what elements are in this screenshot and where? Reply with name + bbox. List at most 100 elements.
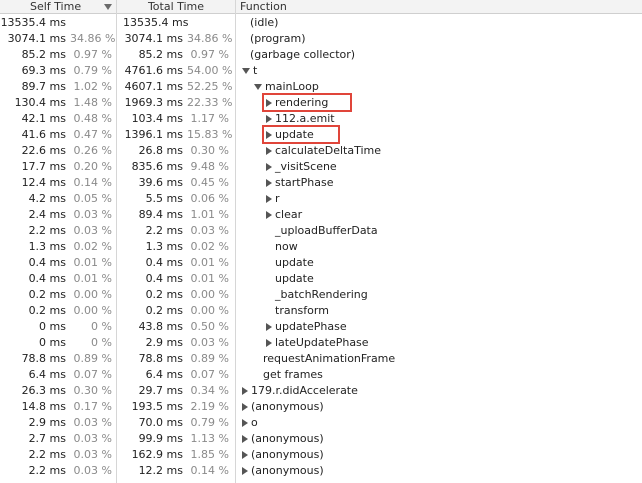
- total-time-header-label: Total Time: [147, 0, 205, 13]
- table-row[interactable]: 0 ms 0 % 2.9 ms 0.03 % lateUpdatePhase: [0, 335, 642, 351]
- table-row[interactable]: 12.4 ms 0.14 % 39.6 ms 0.45 % startPhase: [0, 175, 642, 191]
- function-name: rendering: [275, 96, 329, 109]
- table-row[interactable]: 0 ms 0 % 43.8 ms 0.50 % updatePhase: [0, 319, 642, 335]
- self-time-percent: 0.00 %: [73, 288, 112, 301]
- table-row[interactable]: 0.4 ms 0.01 % 0.4 ms 0.01 % update: [0, 271, 642, 287]
- table-row[interactable]: 0.4 ms 0.01 % 0.4 ms 0.01 % update: [0, 255, 642, 271]
- table-row[interactable]: 2.9 ms 0.03 % 70.0 ms 0.79 % o: [0, 415, 642, 431]
- table-row[interactable]: 130.4 ms 1.48 % 1969.3 ms 22.33 % rendering: [0, 95, 642, 111]
- total-time-percent: 0.97 %: [190, 48, 229, 61]
- total-time-percent: 54.00 %: [187, 64, 233, 77]
- function-cell: o: [242, 415, 258, 431]
- collapsed-triangle-icon[interactable]: [242, 419, 248, 427]
- self-time-ms: 2.2 ms: [28, 464, 66, 477]
- table-row[interactable]: 2.2 ms 0.03 % 12.2 ms 0.14 % (anonymous): [0, 463, 642, 479]
- collapsed-triangle-icon[interactable]: [242, 403, 248, 411]
- function-cell: (anonymous): [242, 431, 324, 447]
- collapsed-triangle-icon[interactable]: [266, 147, 272, 155]
- self-time-percent: 0.02 %: [73, 240, 112, 253]
- self-time-ms: 41.6 ms: [21, 128, 66, 141]
- self-time-ms: 0.2 ms: [28, 304, 66, 317]
- function-cell: (garbage collector): [250, 47, 355, 63]
- table-row[interactable]: 22.6 ms 0.26 % 26.8 ms 0.30 % calculateDelta…: [0, 143, 642, 159]
- table-row[interactable]: 2.2 ms 0.03 % 2.2 ms 0.03 % _uploadBufferDat…: [0, 223, 642, 239]
- function-name: clear: [275, 208, 303, 221]
- function-cell: (idle): [250, 15, 278, 31]
- function-cell: update: [266, 127, 314, 143]
- total-time-ms: 835.6 ms: [131, 160, 183, 173]
- self-time-percent: 0.07 %: [73, 368, 112, 381]
- table-row[interactable]: 2.7 ms 0.03 % 99.9 ms 1.13 % (anonymous): [0, 431, 642, 447]
- self-time-percent: 0.03 %: [73, 448, 112, 461]
- function-cell: (anonymous): [242, 399, 324, 415]
- collapsed-triangle-icon[interactable]: [242, 387, 248, 395]
- table-row[interactable]: 0.2 ms 0.00 % 0.2 ms 0.00 % transform: [0, 303, 642, 319]
- collapsed-triangle-icon[interactable]: [266, 195, 272, 203]
- total-time-percent: 0.01 %: [190, 272, 229, 285]
- total-time-percent: 0.00 %: [190, 304, 229, 317]
- table-row[interactable]: 14.8 ms 0.17 % 193.5 ms 2.19 % (anonymous): [0, 399, 642, 415]
- collapsed-triangle-icon[interactable]: [266, 323, 272, 331]
- function-column-header[interactable]: Function: [240, 0, 440, 14]
- total-time-column-header[interactable]: Total Time: [117, 0, 235, 14]
- total-time-percent: 0.50 %: [190, 320, 229, 333]
- table-row[interactable]: 3074.1 ms 34.86 % 3074.1 ms 34.86 % (program…: [0, 31, 642, 47]
- collapsed-triangle-icon[interactable]: [266, 179, 272, 187]
- collapsed-triangle-icon[interactable]: [266, 131, 272, 139]
- table-row[interactable]: 6.4 ms 0.07 % 6.4 ms 0.07 % get frames: [0, 367, 642, 383]
- self-time-percent: 0.03 %: [73, 224, 112, 237]
- collapsed-triangle-icon[interactable]: [266, 99, 272, 107]
- expanded-triangle-icon[interactable]: [242, 68, 250, 74]
- function-cell: requestAnimationFrame: [254, 351, 395, 367]
- function-cell: _uploadBufferData: [266, 223, 378, 239]
- self-time-percent: 0.01 %: [73, 272, 112, 285]
- function-cell: r: [266, 191, 280, 207]
- table-row[interactable]: 1.3 ms 0.02 % 1.3 ms 0.02 % now: [0, 239, 642, 255]
- function-name: (anonymous): [251, 464, 324, 477]
- sort-descending-icon[interactable]: [104, 4, 112, 10]
- collapsed-triangle-icon[interactable]: [266, 115, 272, 123]
- table-row[interactable]: 78.8 ms 0.89 % 78.8 ms 0.89 % requestAnimati…: [0, 351, 642, 367]
- function-name: update: [275, 272, 314, 285]
- collapsed-triangle-icon[interactable]: [242, 435, 248, 443]
- function-name: startPhase: [275, 176, 334, 189]
- function-name: _visitScene: [275, 160, 337, 173]
- table-row[interactable]: 42.1 ms 0.48 % 103.4 ms 1.17 % 112.a.emit: [0, 111, 642, 127]
- collapsed-triangle-icon[interactable]: [266, 211, 272, 219]
- collapsed-triangle-icon[interactable]: [242, 451, 248, 459]
- table-row[interactable]: 2.4 ms 0.03 % 89.4 ms 1.01 % clear: [0, 207, 642, 223]
- total-time-ms: 99.9 ms: [138, 432, 183, 445]
- total-time-percent: 1.01 %: [190, 208, 229, 221]
- table-row[interactable]: 89.7 ms 1.02 % 4607.1 ms 52.25 % mainLoop: [0, 79, 642, 95]
- expanded-triangle-icon[interactable]: [254, 84, 262, 90]
- table-row[interactable]: 85.2 ms 0.97 % 85.2 ms 0.97 % (garbage colle…: [0, 47, 642, 63]
- function-cell: (program): [250, 31, 306, 47]
- table-row[interactable]: 17.7 ms 0.20 % 835.6 ms 9.48 % _visitScene: [0, 159, 642, 175]
- function-name: _uploadBufferData: [275, 224, 378, 237]
- table-row[interactable]: 0.2 ms 0.00 % 0.2 ms 0.00 % _batchRendering: [0, 287, 642, 303]
- self-time-percent: 0.30 %: [73, 384, 112, 397]
- self-time-percent: 0.14 %: [73, 176, 112, 189]
- total-time-percent: 0.03 %: [190, 224, 229, 237]
- collapsed-triangle-icon[interactable]: [266, 339, 272, 347]
- self-time-header-label: Self Time: [30, 0, 82, 13]
- self-time-ms: 26.3 ms: [21, 384, 66, 397]
- table-row[interactable]: 26.3 ms 0.30 % 29.7 ms 0.34 % 179.r.didAccel…: [0, 383, 642, 399]
- collapsed-triangle-icon[interactable]: [266, 163, 272, 171]
- table-row[interactable]: 41.6 ms 0.47 % 1396.1 ms 15.83 % update: [0, 127, 642, 143]
- table-row[interactable]: 13535.4 ms 13535.4 ms (idle): [0, 15, 642, 31]
- table-row[interactable]: 2.2 ms 0.03 % 162.9 ms 1.85 % (anonymous): [0, 447, 642, 463]
- total-time-ms: 13535.4 ms: [123, 16, 189, 29]
- function-name: requestAnimationFrame: [263, 352, 396, 365]
- self-time-percent: 0.00 %: [73, 304, 112, 317]
- self-time-ms: 0 ms: [39, 320, 66, 333]
- self-time-column-header[interactable]: Self Time: [0, 0, 116, 14]
- table-row[interactable]: 4.2 ms 0.05 % 5.5 ms 0.06 % r: [0, 191, 642, 207]
- collapsed-triangle-icon[interactable]: [242, 467, 248, 475]
- self-time-percent: 0.79 %: [73, 64, 112, 77]
- total-time-ms: 1396.1 ms: [124, 128, 183, 141]
- total-time-ms: 4607.1 ms: [124, 80, 183, 93]
- self-time-ms: 12.4 ms: [21, 176, 66, 189]
- function-name: updatePhase: [275, 320, 347, 333]
- table-row[interactable]: 69.3 ms 0.79 % 4761.6 ms 54.00 % t: [0, 63, 642, 79]
